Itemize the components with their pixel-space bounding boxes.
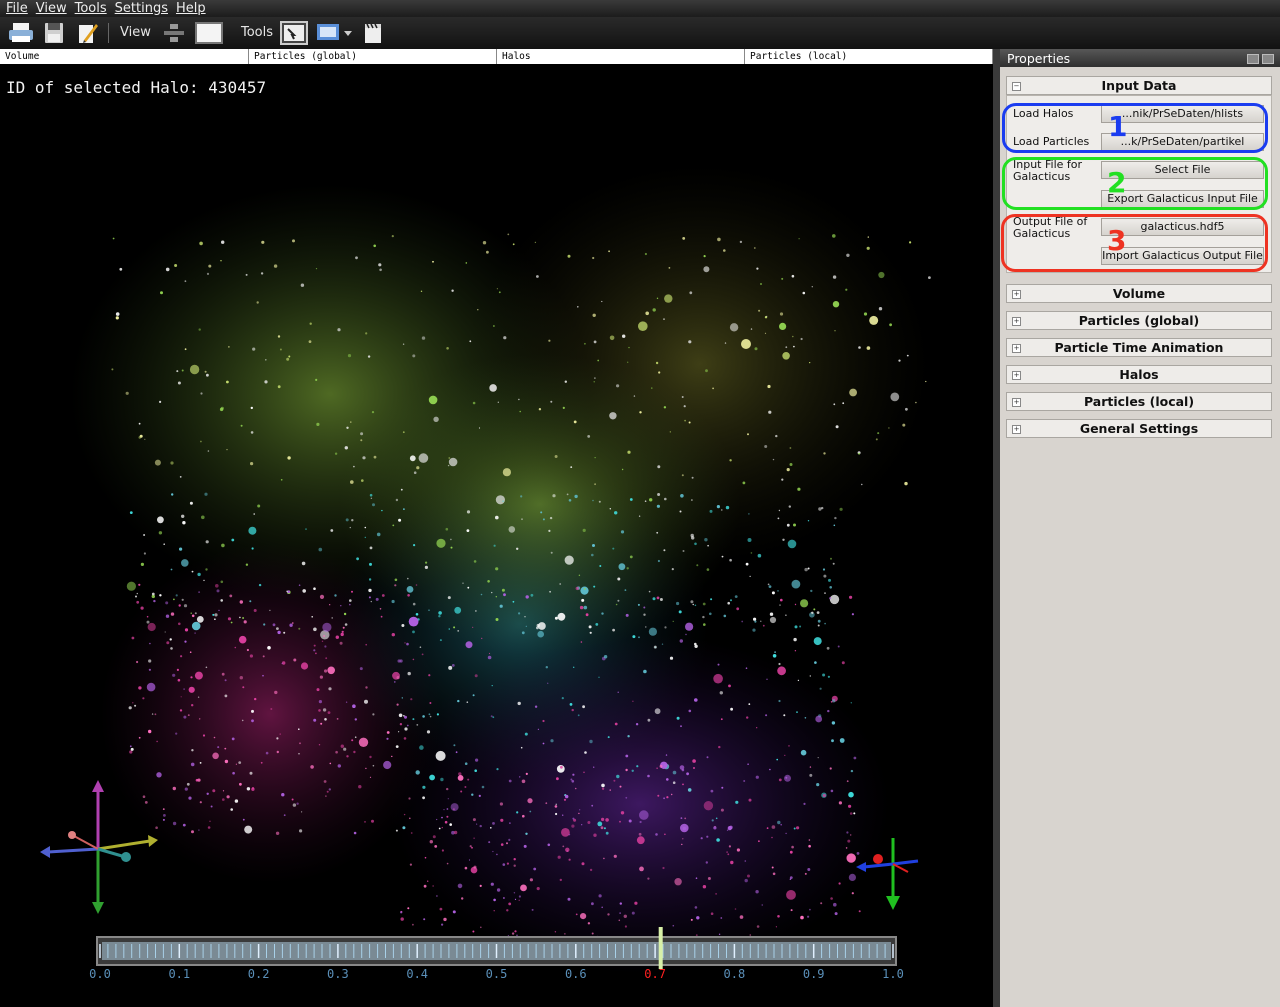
blank-view-icon[interactable]	[194, 21, 224, 45]
timeline-label: 0.4	[406, 967, 428, 981]
section-volume[interactable]: + Volume	[1006, 284, 1272, 303]
interaction-icon[interactable]	[280, 21, 308, 45]
section-input-data[interactable]: − Input Data	[1006, 76, 1272, 95]
layout-icon[interactable]	[162, 21, 186, 45]
annotation-box-1	[1002, 103, 1268, 153]
tools-label: Tools	[241, 25, 274, 40]
properties-panel: Properties − Input Data Load Halos ...ni…	[1000, 49, 1280, 1007]
timeline-current-marker[interactable]	[658, 927, 663, 969]
timeline-label: 0.6	[565, 967, 587, 981]
view-tabs: Volume Particles (global) Halos Particle…	[0, 49, 993, 64]
menu-file[interactable]: File	[0, 0, 32, 17]
splitter[interactable]	[993, 49, 1000, 1007]
tab-particles-global[interactable]: Particles (global)	[249, 49, 497, 64]
annotation-number-3: 3	[1107, 224, 1127, 257]
close-panel-icon[interactable]	[1262, 54, 1274, 64]
save-icon[interactable]	[42, 21, 66, 45]
view-label: View	[120, 25, 151, 40]
timeline-label: 0.7	[644, 967, 666, 981]
edit-icon[interactable]	[76, 21, 100, 45]
selected-halo-label: ID of selected Halo: 430457	[6, 78, 267, 97]
toolbar: View Tools	[0, 17, 1280, 49]
tab-halos[interactable]: Halos	[497, 49, 745, 64]
render-viewport[interactable]: 0.0 0.1 0.2 0.3 0.4 0.5 0.6 0.7 0.8 0.9 1.0 ID of …	[0, 64, 993, 1007]
panel-title-bar: Properties	[1000, 49, 1280, 67]
tab-volume[interactable]: Volume	[0, 49, 249, 64]
timeline-label: 1.0	[882, 967, 904, 981]
timeline-label: 0.3	[327, 967, 349, 981]
annotation-box-3	[1001, 214, 1268, 272]
panel-title: Properties	[1007, 51, 1071, 66]
menu-tools[interactable]: Tools	[71, 0, 111, 17]
section-halos[interactable]: + Halos	[1006, 365, 1272, 384]
particle-visualization[interactable]: 0.0 0.1 0.2 0.3 0.4 0.5 0.6 0.7 0.8 0.9 1.0	[0, 64, 993, 1007]
section-particles-local[interactable]: + Particles (local)	[1006, 392, 1272, 411]
annotation-box-2	[1002, 157, 1268, 210]
menu-help[interactable]: Help	[172, 0, 210, 17]
menu-bar: File View Tools Settings Help	[0, 0, 1280, 17]
timeline-label: 0.9	[803, 967, 825, 981]
timeline-label: 0.1	[168, 967, 190, 981]
undock-icon[interactable]	[1247, 54, 1259, 64]
timeline-ticks	[99, 944, 894, 958]
menu-view[interactable]: View	[32, 0, 71, 17]
print-icon[interactable]	[8, 21, 34, 45]
particle-cloud-base	[70, 164, 930, 974]
section-particles-global[interactable]: + Particles (global)	[1006, 311, 1272, 330]
timeline-label: 0.8	[724, 967, 746, 981]
timeline-label: 0.0	[89, 967, 111, 981]
menu-settings[interactable]: Settings	[111, 0, 172, 17]
annotation-number-1: 1	[1108, 110, 1128, 143]
section-general-settings[interactable]: + General Settings	[1006, 419, 1272, 438]
section-particle-time-animation[interactable]: + Particle Time Animation	[1006, 338, 1272, 357]
timeline-label: 0.5	[486, 967, 508, 981]
screen-layout-icon[interactable]	[316, 21, 354, 45]
tab-particles-local[interactable]: Particles (local)	[745, 49, 993, 64]
clapper-icon[interactable]	[362, 21, 384, 45]
timeline-labels: 0.0 0.1 0.2 0.3 0.4 0.5 0.6 0.7 0.8 0.9 1.0	[89, 967, 904, 981]
timeline-label: 0.2	[248, 967, 270, 981]
annotation-number-2: 2	[1107, 166, 1127, 199]
